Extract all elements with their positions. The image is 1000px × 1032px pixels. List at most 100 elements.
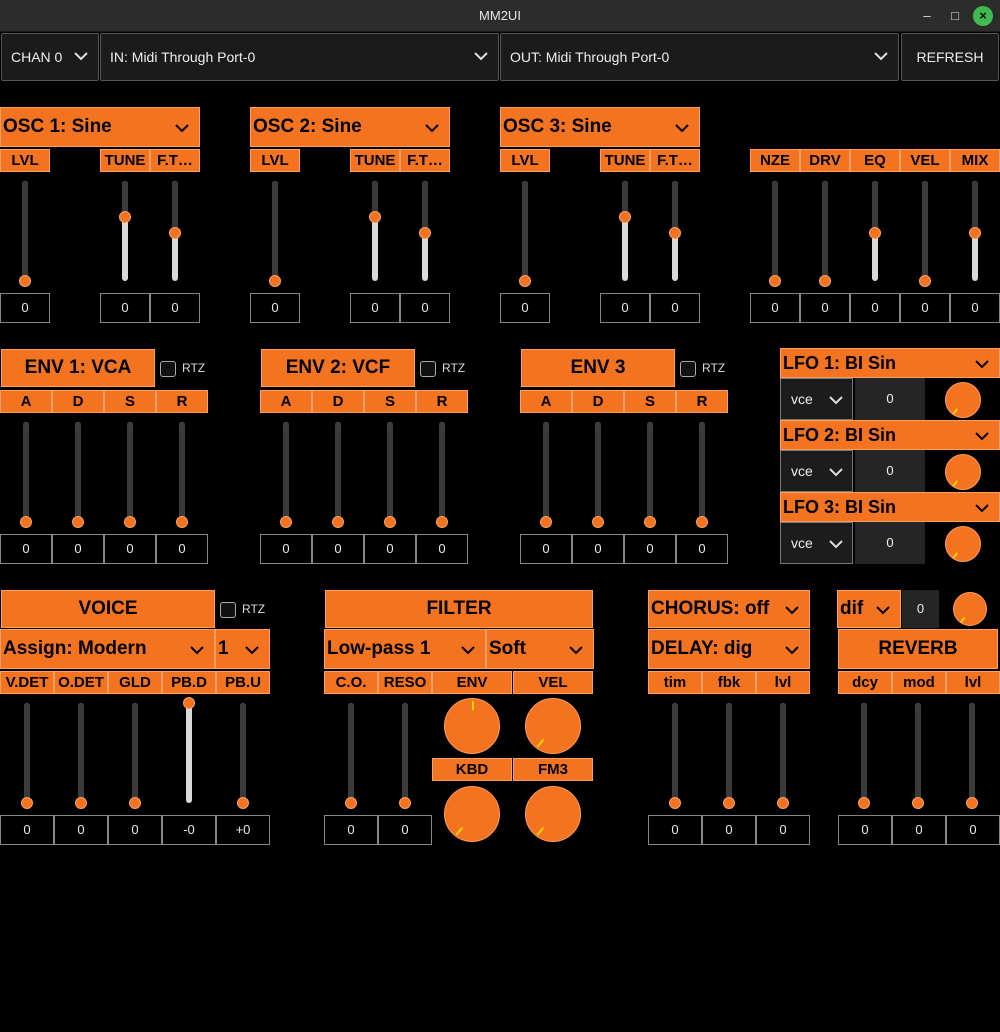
env1-d-slider[interactable]: [68, 422, 88, 530]
minimize-icon[interactable]: –: [917, 6, 937, 26]
osc1-finetune-value[interactable]: 0: [150, 293, 200, 323]
voice-vdet-value[interactable]: 0: [0, 815, 54, 845]
voice-pbd-slider[interactable]: [179, 697, 199, 811]
lfo3-mode-select[interactable]: vce: [780, 522, 853, 564]
env2-d-slider[interactable]: [328, 422, 348, 530]
mix-eq-value[interactable]: 0: [850, 293, 900, 323]
mix-nze-slider[interactable]: [765, 181, 785, 289]
env2-r-value[interactable]: 0: [416, 534, 468, 564]
osc1-tune-value[interactable]: 0: [100, 293, 150, 323]
osc2-lvl-slider[interactable]: [265, 181, 285, 289]
reverb-mod-slider[interactable]: [908, 703, 928, 811]
filter-kbd-knob[interactable]: [444, 786, 500, 842]
delay-lvl-value[interactable]: 0: [756, 815, 810, 845]
chorus-select[interactable]: CHORUS: off: [648, 590, 810, 628]
env1-s-slider[interactable]: [120, 422, 140, 530]
osc2-tune-slider[interactable]: [365, 181, 385, 289]
lfo3-rate-knob[interactable]: [945, 526, 981, 562]
env1-a-value[interactable]: 0: [0, 534, 52, 564]
env3-s-slider[interactable]: [640, 422, 660, 530]
mix-nze-value[interactable]: 0: [750, 293, 800, 323]
env2-a-value[interactable]: 0: [260, 534, 312, 564]
delay-tim-value[interactable]: 0: [648, 815, 702, 845]
osc2-waveform-select[interactable]: OSC 2: Sine: [250, 107, 450, 147]
delay-select[interactable]: DELAY: dig: [648, 629, 810, 669]
env1-s-value[interactable]: 0: [104, 534, 156, 564]
reverb-knob[interactable]: [953, 592, 987, 626]
mix-vel-slider[interactable]: [915, 181, 935, 289]
mix-drv-value[interactable]: 0: [800, 293, 850, 323]
midi-in-select[interactable]: IN: Midi Through Port-0: [100, 33, 499, 81]
maximize-icon[interactable]: □: [945, 6, 965, 26]
voice-rtz-checkbox[interactable]: RTZ: [220, 600, 265, 618]
env1-rtz-checkbox[interactable]: RTZ: [160, 359, 205, 377]
filter-type-select[interactable]: Low-pass 1: [324, 629, 486, 669]
reverb-mod-value[interactable]: 0: [892, 815, 946, 845]
mix-eq-slider[interactable]: [865, 181, 885, 289]
filter-fm3-knob[interactable]: [525, 786, 581, 842]
osc3-waveform-select[interactable]: OSC 3: Sine: [500, 107, 700, 147]
delay-fbk-slider[interactable]: [719, 703, 739, 811]
voice-odet-slider[interactable]: [71, 703, 91, 811]
reverb-dcy-value[interactable]: 0: [838, 815, 892, 845]
env1-title[interactable]: ENV 1: VCA: [1, 349, 155, 387]
lfo1-value[interactable]: 0: [855, 378, 925, 420]
mix-mix-slider[interactable]: [965, 181, 985, 289]
filter-vel-knob[interactable]: [525, 698, 581, 754]
lfo2-rate-knob[interactable]: [945, 454, 981, 490]
env3-r-slider[interactable]: [692, 422, 712, 530]
reverb-lvl-slider[interactable]: [962, 703, 982, 811]
refresh-button[interactable]: REFRESH: [901, 33, 999, 81]
env1-r-value[interactable]: 0: [156, 534, 208, 564]
osc1-lvl-value[interactable]: 0: [0, 293, 50, 323]
voice-pbu-value[interactable]: +0: [216, 815, 270, 845]
env1-a-slider[interactable]: [16, 422, 36, 530]
env3-r-value[interactable]: 0: [676, 534, 728, 564]
delay-fbk-value[interactable]: 0: [702, 815, 756, 845]
voice-gld-value[interactable]: 0: [108, 815, 162, 845]
voice-count-select[interactable]: 1: [215, 629, 270, 669]
env1-r-slider[interactable]: [172, 422, 192, 530]
osc3-lvl-slider[interactable]: [515, 181, 535, 289]
env2-s-slider[interactable]: [380, 422, 400, 530]
reverb-lvl-value[interactable]: 0: [946, 815, 1000, 845]
filter-env-knob[interactable]: [444, 698, 500, 754]
filter-shape-select[interactable]: Soft: [486, 629, 594, 669]
filter-title[interactable]: FILTER: [325, 590, 593, 628]
filter-reso-value[interactable]: 0: [378, 815, 432, 845]
voice-vdet-slider[interactable]: [17, 703, 37, 811]
osc3-finetune-slider[interactable]: [665, 181, 685, 289]
delay-tim-slider[interactable]: [665, 703, 685, 811]
env2-r-slider[interactable]: [432, 422, 452, 530]
midi-out-select[interactable]: OUT: Midi Through Port-0: [500, 33, 899, 81]
lfo3-value[interactable]: 0: [855, 522, 925, 564]
voice-odet-value[interactable]: 0: [54, 815, 108, 845]
lfo2-shape-select[interactable]: LFO 2: BI Sin: [780, 420, 1000, 450]
env3-d-slider[interactable]: [588, 422, 608, 530]
lfo1-mode-select[interactable]: vce: [780, 378, 853, 420]
env2-d-value[interactable]: 0: [312, 534, 364, 564]
channel-select[interactable]: CHAN 0: [1, 33, 99, 81]
env2-rtz-checkbox[interactable]: RTZ: [420, 359, 465, 377]
filter-reso-slider[interactable]: [395, 703, 415, 811]
osc3-tune-slider[interactable]: [615, 181, 635, 289]
reverb-value[interactable]: 0: [902, 590, 939, 628]
env3-rtz-checkbox[interactable]: RTZ: [680, 359, 725, 377]
env2-title[interactable]: ENV 2: VCF: [261, 349, 415, 387]
lfo3-shape-select[interactable]: LFO 3: BI Sin: [780, 492, 1000, 522]
env3-a-value[interactable]: 0: [520, 534, 572, 564]
osc1-lvl-slider[interactable]: [15, 181, 35, 289]
reverb-type-select[interactable]: dif: [837, 590, 901, 628]
osc2-lvl-value[interactable]: 0: [250, 293, 300, 323]
reverb-dcy-slider[interactable]: [854, 703, 874, 811]
osc3-finetune-value[interactable]: 0: [650, 293, 700, 323]
mix-vel-value[interactable]: 0: [900, 293, 950, 323]
osc3-lvl-value[interactable]: 0: [500, 293, 550, 323]
osc3-tune-value[interactable]: 0: [600, 293, 650, 323]
osc1-tune-slider[interactable]: [115, 181, 135, 289]
env1-d-value[interactable]: 0: [52, 534, 104, 564]
reverb-title[interactable]: REVERB: [838, 629, 998, 669]
lfo1-rate-knob[interactable]: [945, 382, 981, 418]
osc2-finetune-slider[interactable]: [415, 181, 435, 289]
osc2-finetune-value[interactable]: 0: [400, 293, 450, 323]
